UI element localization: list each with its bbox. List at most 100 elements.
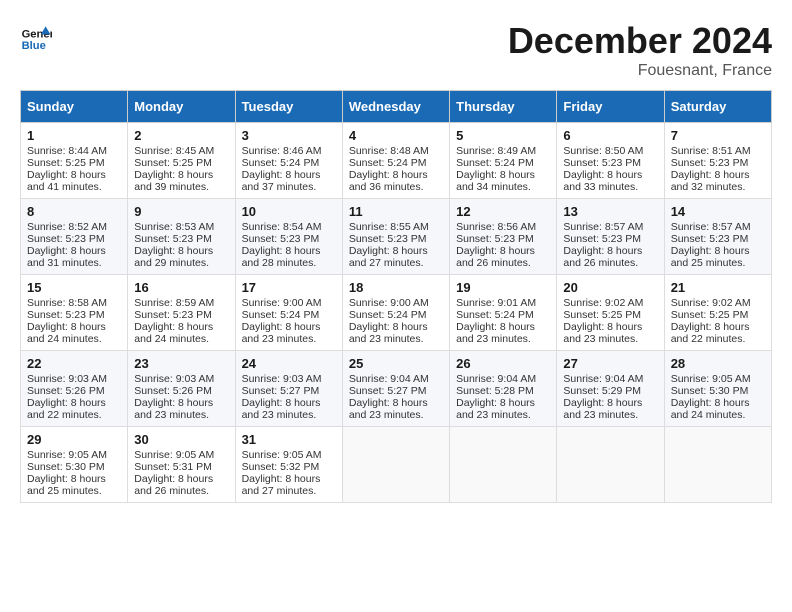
col-thursday: Thursday [450,91,557,123]
daylight-text: Daylight: 8 hours and 29 minutes. [134,245,213,269]
day-number: 27 [563,356,657,371]
sunset-text: Sunset: 5:28 PM [456,385,534,397]
day-number: 29 [27,432,121,447]
sunrise-text: Sunrise: 9:05 AM [27,449,107,461]
calendar-week-5: 29 Sunrise: 9:05 AM Sunset: 5:30 PM Dayl… [21,427,772,503]
sunrise-text: Sunrise: 9:00 AM [349,297,429,309]
calendar-cell: 18 Sunrise: 9:00 AM Sunset: 5:24 PM Dayl… [342,275,449,351]
calendar-cell: 2 Sunrise: 8:45 AM Sunset: 5:25 PM Dayli… [128,123,235,199]
calendar-cell: 13 Sunrise: 8:57 AM Sunset: 5:23 PM Dayl… [557,199,664,275]
calendar-cell: 27 Sunrise: 9:04 AM Sunset: 5:29 PM Dayl… [557,351,664,427]
sunrise-text: Sunrise: 9:04 AM [349,373,429,385]
sunrise-text: Sunrise: 8:49 AM [456,145,536,157]
daylight-text: Daylight: 8 hours and 34 minutes. [456,169,535,193]
sunset-text: Sunset: 5:29 PM [563,385,641,397]
logo: General Blue [20,20,52,52]
calendar-cell: 17 Sunrise: 9:00 AM Sunset: 5:24 PM Dayl… [235,275,342,351]
title-area: December 2024 Fouesnant, France [508,20,772,80]
page-header: General Blue December 2024 Fouesnant, Fr… [20,20,772,80]
sunrise-text: Sunrise: 8:50 AM [563,145,643,157]
daylight-text: Daylight: 8 hours and 36 minutes. [349,169,428,193]
day-number: 9 [134,204,228,219]
daylight-text: Daylight: 8 hours and 25 minutes. [27,473,106,497]
day-number: 19 [456,280,550,295]
sunrise-text: Sunrise: 8:48 AM [349,145,429,157]
day-number: 12 [456,204,550,219]
sunset-text: Sunset: 5:26 PM [27,385,105,397]
daylight-text: Daylight: 8 hours and 26 minutes. [456,245,535,269]
day-number: 17 [242,280,336,295]
day-number: 16 [134,280,228,295]
sunset-text: Sunset: 5:27 PM [242,385,320,397]
calendar-cell: 22 Sunrise: 9:03 AM Sunset: 5:26 PM Dayl… [21,351,128,427]
sunset-text: Sunset: 5:23 PM [671,157,749,169]
calendar-cell: 5 Sunrise: 8:49 AM Sunset: 5:24 PM Dayli… [450,123,557,199]
calendar-cell: 7 Sunrise: 8:51 AM Sunset: 5:23 PM Dayli… [664,123,771,199]
daylight-text: Daylight: 8 hours and 23 minutes. [456,397,535,421]
sunset-text: Sunset: 5:24 PM [349,309,427,321]
day-number: 3 [242,128,336,143]
calendar-cell: 3 Sunrise: 8:46 AM Sunset: 5:24 PM Dayli… [235,123,342,199]
sunrise-text: Sunrise: 8:45 AM [134,145,214,157]
sunset-text: Sunset: 5:24 PM [456,157,534,169]
daylight-text: Daylight: 8 hours and 26 minutes. [134,473,213,497]
calendar-cell: 29 Sunrise: 9:05 AM Sunset: 5:30 PM Dayl… [21,427,128,503]
daylight-text: Daylight: 8 hours and 24 minutes. [134,321,213,345]
calendar-table: Sunday Monday Tuesday Wednesday Thursday… [20,90,772,503]
sunset-text: Sunset: 5:23 PM [563,233,641,245]
calendar-cell [664,427,771,503]
daylight-text: Daylight: 8 hours and 32 minutes. [671,169,750,193]
day-number: 10 [242,204,336,219]
day-number: 25 [349,356,443,371]
sunrise-text: Sunrise: 8:56 AM [456,221,536,233]
logo-icon: General Blue [20,20,52,52]
sunset-text: Sunset: 5:23 PM [134,309,212,321]
daylight-text: Daylight: 8 hours and 23 minutes. [242,321,321,345]
month-title: December 2024 [508,20,772,62]
sunset-text: Sunset: 5:25 PM [27,157,105,169]
sunset-text: Sunset: 5:25 PM [134,157,212,169]
daylight-text: Daylight: 8 hours and 37 minutes. [242,169,321,193]
calendar-week-4: 22 Sunrise: 9:03 AM Sunset: 5:26 PM Dayl… [21,351,772,427]
daylight-text: Daylight: 8 hours and 27 minutes. [242,473,321,497]
calendar-cell: 10 Sunrise: 8:54 AM Sunset: 5:23 PM Dayl… [235,199,342,275]
calendar-cell: 19 Sunrise: 9:01 AM Sunset: 5:24 PM Dayl… [450,275,557,351]
calendar-cell: 20 Sunrise: 9:02 AM Sunset: 5:25 PM Dayl… [557,275,664,351]
day-number: 13 [563,204,657,219]
sunrise-text: Sunrise: 9:01 AM [456,297,536,309]
sunset-text: Sunset: 5:23 PM [563,157,641,169]
calendar-cell: 11 Sunrise: 8:55 AM Sunset: 5:23 PM Dayl… [342,199,449,275]
sunrise-text: Sunrise: 9:00 AM [242,297,322,309]
sunrise-text: Sunrise: 9:05 AM [134,449,214,461]
sunrise-text: Sunrise: 8:51 AM [671,145,751,157]
day-number: 6 [563,128,657,143]
sunrise-text: Sunrise: 9:04 AM [456,373,536,385]
sunset-text: Sunset: 5:27 PM [349,385,427,397]
sunset-text: Sunset: 5:24 PM [456,309,534,321]
sunset-text: Sunset: 5:30 PM [27,461,105,473]
sunrise-text: Sunrise: 9:05 AM [671,373,751,385]
sunset-text: Sunset: 5:23 PM [242,233,320,245]
day-number: 15 [27,280,121,295]
calendar-cell: 21 Sunrise: 9:02 AM Sunset: 5:25 PM Dayl… [664,275,771,351]
sunrise-text: Sunrise: 8:44 AM [27,145,107,157]
calendar-cell: 12 Sunrise: 8:56 AM Sunset: 5:23 PM Dayl… [450,199,557,275]
sunrise-text: Sunrise: 8:52 AM [27,221,107,233]
day-number: 1 [27,128,121,143]
calendar-cell: 1 Sunrise: 8:44 AM Sunset: 5:25 PM Dayli… [21,123,128,199]
daylight-text: Daylight: 8 hours and 41 minutes. [27,169,106,193]
day-number: 14 [671,204,765,219]
calendar-cell: 28 Sunrise: 9:05 AM Sunset: 5:30 PM Dayl… [664,351,771,427]
daylight-text: Daylight: 8 hours and 22 minutes. [671,321,750,345]
sunrise-text: Sunrise: 8:46 AM [242,145,322,157]
col-wednesday: Wednesday [342,91,449,123]
calendar-cell: 9 Sunrise: 8:53 AM Sunset: 5:23 PM Dayli… [128,199,235,275]
sunset-text: Sunset: 5:30 PM [671,385,749,397]
sunset-text: Sunset: 5:23 PM [134,233,212,245]
day-number: 4 [349,128,443,143]
day-number: 7 [671,128,765,143]
calendar-week-3: 15 Sunrise: 8:58 AM Sunset: 5:23 PM Dayl… [21,275,772,351]
sunrise-text: Sunrise: 9:03 AM [134,373,214,385]
day-number: 5 [456,128,550,143]
day-number: 18 [349,280,443,295]
